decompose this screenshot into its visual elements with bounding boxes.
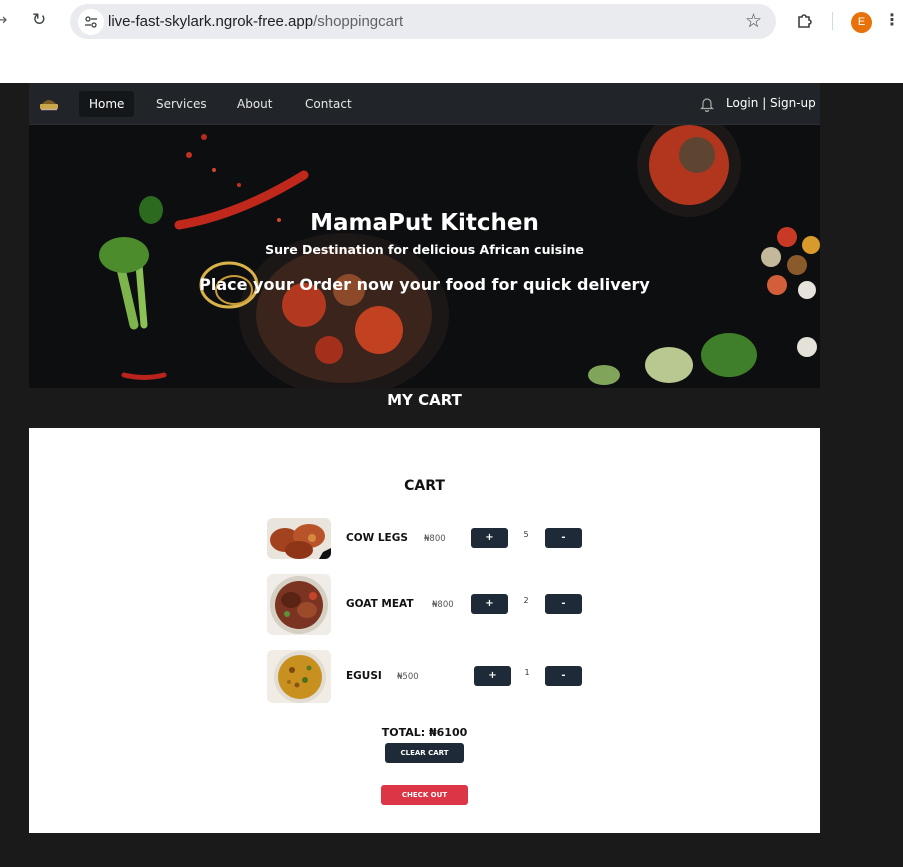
item-quantity: 2 xyxy=(523,596,529,605)
item-name: GOAT MEAT xyxy=(346,598,414,610)
item-name: COW LEGS xyxy=(346,532,408,544)
extensions-icon[interactable] xyxy=(795,11,815,31)
url-path: /shoppingcart xyxy=(313,13,404,30)
url-text: live-fast-skylark.ngrok-free.app/shoppin… xyxy=(108,13,403,30)
cart-item: EGUSI ₦500 + 1 - xyxy=(267,650,587,704)
kebab-menu-icon[interactable]: ⋮ xyxy=(884,10,900,29)
back-arrow-icon[interactable]: → xyxy=(0,10,7,29)
page: Home Services About Contact Login | Sign… xyxy=(29,83,820,833)
item-price: ₦800 xyxy=(424,534,446,544)
url-host: live-fast-skylark.ngrok-free.app xyxy=(108,13,314,30)
site-settings-icon[interactable] xyxy=(78,9,104,35)
item-name: EGUSI xyxy=(346,670,382,682)
increase-quantity-button[interactable]: + xyxy=(471,594,508,614)
bookmark-star-icon[interactable]: ☆ xyxy=(745,10,762,32)
address-bar[interactable]: live-fast-skylark.ngrok-free.app/shoppin… xyxy=(70,4,776,39)
decrease-quantity-button[interactable]: - xyxy=(545,666,582,686)
egusi-image xyxy=(267,650,331,703)
profile-avatar[interactable]: E xyxy=(851,12,872,33)
browser-toolbar: → ↻ live-fast-skylark.ngrok-free.app/sho… xyxy=(0,0,903,83)
navbar: Home Services About Contact Login | Sign… xyxy=(29,83,820,125)
cart-item: COW LEGS ₦800 + 5 - xyxy=(267,518,587,560)
nav-home[interactable]: Home xyxy=(79,91,135,117)
my-cart-heading: MY CART xyxy=(29,388,820,428)
brand-logo[interactable] xyxy=(38,95,60,111)
cart-panel: CART COW LEGS ₦800 + 5 - GOAT MEAT ₦800 … xyxy=(29,428,820,833)
nav-about[interactable]: About xyxy=(227,91,282,117)
item-price: ₦500 xyxy=(397,672,419,682)
bell-icon[interactable] xyxy=(700,96,714,112)
cow-legs-image xyxy=(267,518,331,559)
reload-icon[interactable]: ↻ xyxy=(32,10,46,30)
nav-services[interactable]: Services xyxy=(146,91,217,117)
item-price: ₦800 xyxy=(432,600,454,610)
increase-quantity-button[interactable]: + xyxy=(474,666,511,686)
toolbar-divider xyxy=(832,12,833,30)
hero-banner: MamaPut Kitchen Sure Destination for del… xyxy=(29,125,820,388)
hero-cta-text: Place your Order now your food for quick… xyxy=(199,275,650,294)
decrease-quantity-button[interactable]: - xyxy=(545,594,582,614)
item-quantity: 5 xyxy=(523,530,529,539)
clear-cart-button[interactable]: CLEAR CART xyxy=(385,743,464,763)
hero-title: MamaPut Kitchen xyxy=(310,210,539,236)
cart-total: TOTAL: ₦6100 xyxy=(381,726,468,739)
cart-item: GOAT MEAT ₦800 + 2 - xyxy=(267,574,587,636)
checkout-button[interactable]: CHECK OUT xyxy=(381,785,468,805)
goat-meat-image xyxy=(267,574,331,635)
item-quantity: 1 xyxy=(524,668,530,677)
hero-subtitle: Sure Destination for delicious African c… xyxy=(265,242,584,257)
decrease-quantity-button[interactable]: - xyxy=(545,528,582,548)
increase-quantity-button[interactable]: + xyxy=(471,528,508,548)
nav-contact[interactable]: Contact xyxy=(295,91,362,117)
cart-heading: CART xyxy=(404,478,445,494)
login-signup-link[interactable]: Login | Sign-up xyxy=(726,96,816,110)
